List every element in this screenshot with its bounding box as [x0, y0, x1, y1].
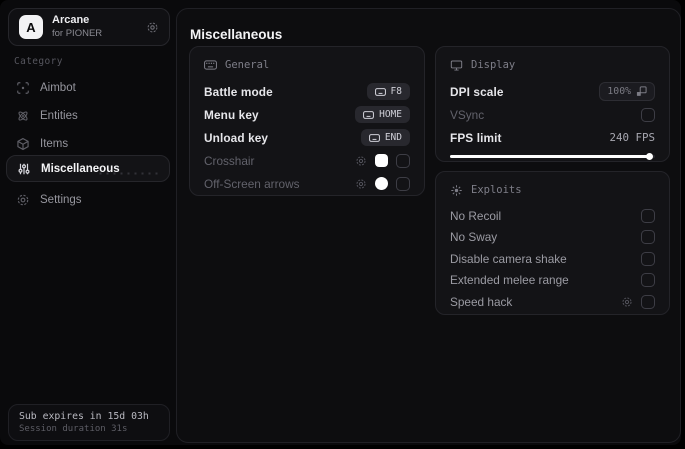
speed-hack-label: Speed hack	[450, 294, 513, 309]
gear-icon[interactable]	[146, 21, 159, 34]
sliders-icon	[17, 162, 31, 176]
brand-card: A Arcane for PIONER	[8, 8, 170, 46]
display-panel: Display DPI scale 100% VSync FPS limit 2…	[435, 46, 670, 162]
general-panel: General Battle mode F8 Menu key HOME Unl…	[189, 46, 425, 196]
cube-icon	[16, 137, 30, 151]
unload-key-label: Unload key	[204, 130, 269, 145]
no-recoil-checkbox[interactable]	[641, 208, 655, 223]
battle-mode-row: Battle mode F8	[204, 80, 410, 103]
sidebar-item-label: Items	[40, 138, 69, 150]
sidebar-item-items[interactable]: Items	[6, 132, 170, 156]
app-name: Arcane	[52, 14, 90, 27]
menu-key-keybind[interactable]: HOME	[355, 106, 410, 123]
slider-knob[interactable]	[646, 153, 653, 160]
vsync-label: VSync	[450, 107, 485, 122]
dpi-scale-value: 100%	[607, 86, 631, 97]
dpi-scale-row: DPI scale 100%	[450, 80, 655, 103]
active-item-dots	[97, 170, 159, 177]
sub-expiry-text: Sub expires in 15d 03h	[19, 411, 149, 422]
sidebar-item-miscellaneous[interactable]: Miscellaneous	[6, 155, 170, 182]
fps-limit-value: 240 FPS	[609, 131, 655, 144]
disable-camera-shake-label: Disable camera shake	[450, 251, 567, 266]
offscreen-arrows-row: Off-Screen arrows	[204, 172, 410, 195]
gear-icon[interactable]	[355, 178, 367, 190]
page-title: Miscellaneous	[190, 27, 283, 42]
slider-fill	[450, 155, 651, 158]
gear-icon	[16, 193, 30, 207]
sidebar-item-aimbot[interactable]: Aimbot	[6, 76, 170, 100]
speed-hack-checkbox[interactable]	[641, 294, 655, 309]
sidebar-item-label: Aimbot	[40, 82, 76, 94]
app-subtitle: for PIONER	[52, 27, 103, 39]
vsync-checkbox[interactable]	[641, 107, 655, 122]
monitor-icon	[450, 59, 463, 72]
keybind-value: HOME	[379, 109, 402, 120]
extended-melee-range-row: Extended melee range	[450, 270, 655, 292]
exploits-panel: Exploits No Recoil No Sway Disable camer…	[435, 171, 670, 315]
vsync-row: VSync	[450, 103, 655, 126]
keyboard-icon	[374, 87, 386, 96]
atom-icon	[16, 109, 30, 123]
no-recoil-row: No Recoil	[450, 205, 655, 227]
sidebar-item-settings[interactable]: Settings	[6, 188, 170, 212]
app-logo: A	[19, 15, 43, 39]
app-window: A Arcane for PIONER Category Aimbot Enti…	[0, 0, 681, 445]
main-panel: Miscellaneous General Battle mode F8 Men…	[176, 8, 681, 443]
exploits-panel-header: Exploits	[450, 182, 655, 198]
keybind-value: END	[384, 132, 402, 143]
brand-text: Arcane for PIONER	[52, 14, 137, 40]
crosshair-color-swatch[interactable]	[375, 154, 388, 167]
virus-icon	[450, 184, 463, 197]
display-panel-title: Display	[471, 59, 516, 71]
general-panel-header: General	[204, 57, 410, 73]
scale-icon	[636, 86, 647, 97]
no-recoil-label: No Recoil	[450, 208, 502, 223]
speed-hack-row: Speed hack	[450, 291, 655, 313]
session-duration-text: Session duration 31s	[19, 424, 128, 434]
no-sway-checkbox[interactable]	[641, 230, 655, 245]
subscription-card: Sub expires in 15d 03h Session duration …	[8, 404, 170, 441]
exploits-panel-title: Exploits	[471, 184, 522, 196]
keyboard-icon	[204, 60, 217, 70]
menu-key-label: Menu key	[204, 107, 259, 122]
no-sway-row: No Sway	[450, 227, 655, 249]
display-panel-header: Display	[450, 57, 655, 73]
no-sway-label: No Sway	[450, 230, 498, 245]
sidebar-item-entities[interactable]: Entities	[6, 104, 170, 128]
disable-camera-shake-checkbox[interactable]	[641, 251, 655, 266]
sidebar-item-label: Settings	[40, 194, 82, 206]
disable-camera-shake-row: Disable camera shake	[450, 248, 655, 270]
sidebar-item-label: Entities	[40, 110, 78, 122]
offscreen-arrows-checkbox[interactable]	[396, 176, 410, 191]
offscreen-color-swatch[interactable]	[375, 177, 388, 190]
crosshair-icon	[16, 81, 30, 95]
crosshair-checkbox[interactable]	[396, 153, 410, 168]
extended-melee-range-checkbox[interactable]	[641, 273, 655, 288]
extended-melee-range-label: Extended melee range	[450, 273, 569, 288]
crosshair-label: Crosshair	[204, 153, 255, 168]
menu-key-row: Menu key HOME	[204, 103, 410, 126]
dpi-scale-label: DPI scale	[450, 84, 504, 99]
battle-mode-label: Battle mode	[204, 84, 273, 99]
crosshair-row: Crosshair	[204, 149, 410, 172]
battle-mode-keybind[interactable]: F8	[366, 83, 410, 100]
fps-limit-slider[interactable]	[450, 153, 655, 160]
dpi-scale-control[interactable]: 100%	[599, 82, 655, 101]
unload-key-keybind[interactable]: END	[360, 129, 410, 146]
fps-limit-row: FPS limit 240 FPS	[450, 126, 655, 149]
keybind-value: F8	[390, 86, 402, 97]
keyboard-icon	[363, 110, 375, 119]
keyboard-icon	[368, 133, 380, 142]
gear-icon[interactable]	[355, 155, 367, 167]
category-label: Category	[14, 56, 63, 67]
fps-limit-label: FPS limit	[450, 130, 502, 145]
sidebar: A Arcane for PIONER Category Aimbot Enti…	[0, 0, 176, 445]
gear-icon[interactable]	[621, 296, 633, 308]
unload-key-row: Unload key END	[204, 126, 410, 149]
general-panel-title: General	[225, 59, 270, 71]
offscreen-arrows-label: Off-Screen arrows	[204, 176, 300, 191]
